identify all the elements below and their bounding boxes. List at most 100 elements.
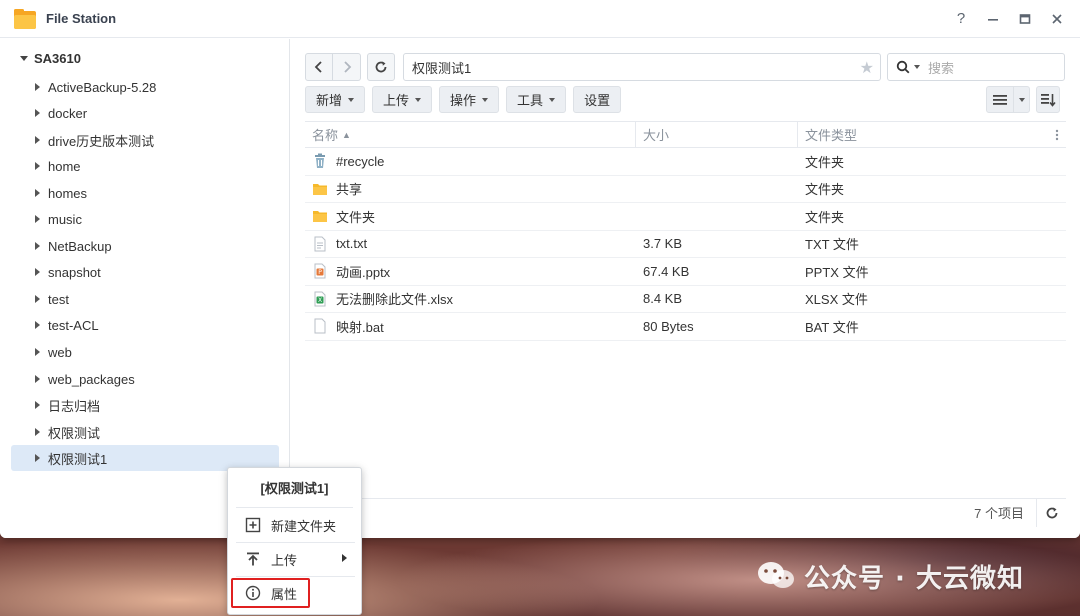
collapse-arrow-icon[interactable] bbox=[35, 162, 40, 170]
favorite-star-icon[interactable]: ★ bbox=[860, 58, 874, 78]
view-mode-button[interactable] bbox=[986, 86, 1030, 113]
window-title: File Station bbox=[46, 11, 117, 26]
refresh-button[interactable] bbox=[367, 53, 395, 81]
table-row[interactable]: #recycle 文件夹 bbox=[305, 148, 1066, 176]
tree-item-web-packages[interactable]: web_packages bbox=[11, 366, 279, 392]
maximize-button[interactable] bbox=[1016, 10, 1034, 28]
tree-item-label: test bbox=[48, 291, 69, 307]
status-refresh-button[interactable] bbox=[1036, 498, 1066, 527]
path-text: 权限测试1 bbox=[412, 60, 472, 76]
folder-tree-sidebar: SA3610 ActiveBackup-5.28 docker drive历史版… bbox=[0, 39, 290, 538]
sort-button[interactable] bbox=[1036, 86, 1060, 113]
tree-item-test[interactable]: test bbox=[11, 286, 279, 312]
table-row[interactable]: X 无法删除此文件.xlsx 8.4 KB XLSX 文件 bbox=[305, 286, 1066, 313]
collapse-arrow-icon[interactable] bbox=[35, 401, 40, 409]
path-field[interactable]: 权限测试1 ★ bbox=[403, 53, 881, 81]
menu-item-properties[interactable]: 属性 bbox=[231, 578, 310, 608]
collapse-arrow-icon[interactable] bbox=[35, 348, 40, 356]
file-size: 80 Bytes bbox=[643, 318, 694, 334]
file-name: txt.txt bbox=[336, 236, 368, 252]
minimize-button[interactable] bbox=[984, 10, 1002, 28]
tree-item-test-acl[interactable]: test-ACL bbox=[11, 312, 279, 338]
tree-item-docker[interactable]: docker bbox=[11, 100, 279, 126]
tree-item-homes[interactable]: homes bbox=[11, 180, 279, 206]
help-button[interactable]: ? bbox=[952, 10, 970, 28]
submenu-arrow-icon bbox=[342, 554, 347, 562]
search-options-caret-icon[interactable] bbox=[914, 65, 920, 69]
tree-root-sa3610[interactable]: SA3610 bbox=[20, 51, 81, 66]
sort-ascending-icon: ▲ bbox=[342, 129, 351, 140]
tree-item-label: 日志归档 bbox=[48, 398, 101, 414]
txt-file-icon bbox=[314, 236, 326, 252]
close-button[interactable] bbox=[1048, 10, 1066, 28]
collapse-arrow-icon[interactable] bbox=[35, 375, 40, 383]
tree-item-snapshot[interactable]: snapshot bbox=[11, 259, 279, 285]
column-options-button[interactable] bbox=[1047, 121, 1066, 148]
tree-item-label: 权限测试 bbox=[48, 425, 101, 441]
collapse-arrow-icon[interactable] bbox=[35, 242, 40, 250]
column-header-size[interactable]: 大小 bbox=[635, 121, 797, 148]
collapse-arrow-icon[interactable] bbox=[35, 109, 40, 117]
column-header-name[interactable]: 名称 ▲ bbox=[305, 121, 635, 148]
column-size-label: 大小 bbox=[643, 128, 670, 143]
table-row[interactable]: 映射.bat 80 Bytes BAT 文件 bbox=[305, 313, 1066, 341]
tree-item-drive-history[interactable]: drive历史版本测试 bbox=[11, 127, 279, 153]
watermark: 公众号 · 大云微知 bbox=[756, 556, 1056, 596]
collapse-arrow-icon[interactable] bbox=[35, 295, 40, 303]
collapse-arrow-icon[interactable] bbox=[35, 189, 40, 197]
chevron-right-icon bbox=[343, 61, 351, 73]
tree-item-label: ActiveBackup-5.28 bbox=[48, 79, 157, 95]
chevron-down-icon bbox=[482, 97, 489, 102]
create-button[interactable]: 新增 bbox=[305, 86, 366, 113]
collapse-arrow-icon[interactable] bbox=[35, 454, 40, 462]
tree-item-label: web_packages bbox=[48, 371, 135, 387]
pptx-file-icon: P bbox=[314, 263, 326, 279]
tree-item-label: NetBackup bbox=[48, 238, 112, 254]
table-row[interactable]: P 动画.pptx 67.4 KB PPTX 文件 bbox=[305, 258, 1066, 286]
tree-item-label: home bbox=[48, 158, 81, 174]
settings-button[interactable]: 设置 bbox=[573, 86, 622, 113]
table-header: 名称 ▲ 大小 文件类型 bbox=[305, 121, 1066, 148]
search-placeholder: 搜索 bbox=[928, 60, 955, 76]
chevron-down-icon bbox=[1018, 97, 1025, 102]
menu-item-upload[interactable]: 上传 bbox=[236, 543, 355, 575]
status-bar: 7 个项目 bbox=[305, 498, 1066, 527]
collapse-arrow-icon[interactable] bbox=[35, 268, 40, 276]
tree-item-permission-test[interactable]: 权限测试 bbox=[11, 419, 279, 445]
expand-arrow-icon[interactable] bbox=[20, 56, 28, 61]
collapse-arrow-icon[interactable] bbox=[35, 215, 40, 223]
column-header-type[interactable]: 文件类型 bbox=[797, 121, 1047, 148]
tree-item-log-archive[interactable]: 日志归档 bbox=[11, 392, 279, 418]
search-field[interactable]: 搜索 bbox=[887, 53, 1065, 81]
collapse-arrow-icon[interactable] bbox=[35, 321, 40, 329]
refresh-icon bbox=[375, 61, 387, 73]
tree-item-netbackup[interactable]: NetBackup bbox=[11, 233, 279, 259]
tree-item-home[interactable]: home bbox=[11, 153, 279, 179]
tree-item-music[interactable]: music bbox=[11, 206, 279, 232]
table-row[interactable]: 文件夹 文件夹 bbox=[305, 203, 1066, 231]
collapse-arrow-icon[interactable] bbox=[35, 136, 40, 144]
column-name-label: 名称 bbox=[312, 128, 339, 143]
menu-item-new-folder[interactable]: 新建文件夹 bbox=[236, 509, 355, 541]
collapse-arrow-icon[interactable] bbox=[35, 428, 40, 436]
chevron-left-icon bbox=[314, 61, 322, 73]
svg-text:P: P bbox=[318, 269, 322, 276]
action-button[interactable]: 操作 bbox=[439, 86, 500, 113]
upload-button[interactable]: 上传 bbox=[372, 86, 433, 113]
tree-item-activebackup[interactable]: ActiveBackup-5.28 bbox=[11, 74, 279, 100]
back-button[interactable] bbox=[305, 53, 333, 81]
file-name: 文件夹 bbox=[336, 209, 376, 225]
collapse-arrow-icon[interactable] bbox=[35, 83, 40, 91]
new-folder-icon bbox=[245, 517, 261, 533]
tools-button[interactable]: 工具 bbox=[506, 86, 567, 113]
file-name: #recycle bbox=[336, 153, 385, 169]
table-row[interactable]: txt.txt 3.7 KB TXT 文件 bbox=[305, 231, 1066, 258]
column-type-label: 文件类型 bbox=[805, 128, 858, 143]
xlsx-file-icon: X bbox=[314, 291, 326, 307]
folder-icon bbox=[313, 183, 327, 195]
tree-item-web[interactable]: web bbox=[11, 339, 279, 365]
forward-button[interactable] bbox=[333, 53, 361, 81]
create-label: 新增 bbox=[316, 93, 343, 108]
table-row[interactable]: 共享 文件夹 bbox=[305, 176, 1066, 203]
tree-item-label: web bbox=[48, 344, 72, 360]
